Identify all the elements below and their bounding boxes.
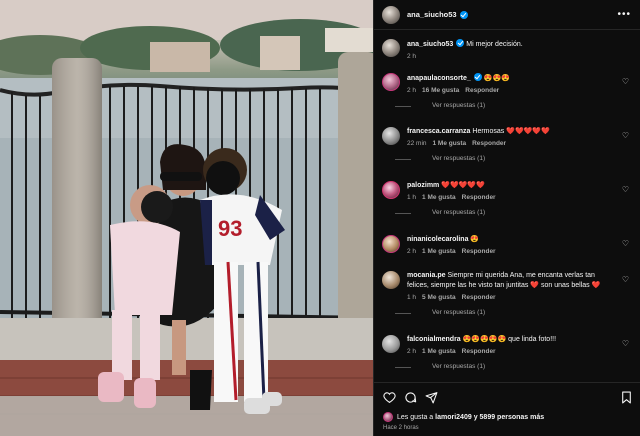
comments-panel: ana_siucho53 ••• ana_siucho53 Mi mejor d… bbox=[373, 0, 640, 436]
commenter-avatar[interactable] bbox=[382, 181, 400, 199]
reply-button[interactable]: Responder bbox=[462, 248, 496, 255]
likes-user[interactable]: lamori2409 bbox=[435, 414, 472, 421]
commenter-avatar[interactable] bbox=[382, 335, 400, 353]
bookmark-icon[interactable] bbox=[620, 391, 633, 404]
likes-suffix[interactable]: y 5899 personas más bbox=[474, 414, 544, 421]
verified-badge-icon bbox=[456, 39, 465, 47]
more-options-icon[interactable]: ••• bbox=[617, 9, 631, 20]
comment-text: 😍 bbox=[470, 236, 480, 243]
post-header: ana_siucho53 ••• bbox=[374, 0, 640, 30]
reply-button[interactable]: Responder bbox=[462, 194, 496, 201]
comment-time: 22 min bbox=[407, 140, 427, 147]
comment-username[interactable]: anapaulaconsorte_ bbox=[407, 75, 471, 82]
commenter-avatar[interactable] bbox=[382, 127, 400, 145]
comments-list[interactable]: ana_siucho53 Mi mejor decisión. 2 h anap… bbox=[374, 31, 640, 382]
view-replies-button[interactable]: Ver respuestas (1) bbox=[395, 363, 612, 370]
comment-time: 1 h bbox=[407, 194, 417, 201]
comment-item: anapaulaconsorte_ 😍😍😍 2 h 16 Me gusta Resp… bbox=[382, 73, 634, 109]
comment-time: 2 h bbox=[407, 348, 417, 355]
reply-button[interactable]: Responder bbox=[462, 294, 496, 301]
post-photo: 93 bbox=[0, 0, 373, 436]
post-timestamp: Hace 2 horas bbox=[383, 425, 419, 431]
comment-item: ninanicolecarolina 😍 2 h 1 Me gusta Respon… bbox=[382, 235, 634, 255]
reply-button[interactable]: Responder bbox=[465, 87, 499, 94]
send-icon[interactable] bbox=[425, 391, 438, 404]
commenter-avatar[interactable] bbox=[382, 73, 400, 91]
comment-item: palozimm ❤️❤️❤️❤️❤️ 1 h 1 Me gusta Respond… bbox=[382, 181, 634, 216]
comment-username[interactable]: mocania.pe bbox=[407, 272, 446, 279]
comment-text: 😍😍😍😍😍 que linda foto!!! bbox=[462, 336, 557, 343]
caption-username[interactable]: ana_siucho53 bbox=[407, 41, 453, 48]
comment-username[interactable]: ninanicolecarolina bbox=[407, 236, 468, 243]
comment-likes[interactable]: 1 Me gusta bbox=[433, 140, 467, 147]
heart-icon[interactable]: ♡ bbox=[621, 275, 630, 284]
caption-avatar[interactable] bbox=[382, 39, 400, 57]
verified-badge-icon bbox=[459, 10, 468, 19]
comment-time: 1 h bbox=[407, 294, 417, 301]
comment-item: falconialmendra 😍😍😍😍😍 que linda foto!!! … bbox=[382, 335, 634, 370]
comment-username[interactable]: palozimm bbox=[407, 182, 439, 189]
comment-likes[interactable]: 1 Me gusta bbox=[422, 348, 456, 355]
comment-item: francesca.carranza Hermosas ❤️❤️❤️❤️❤️ 2… bbox=[382, 127, 634, 162]
liker-avatar bbox=[383, 412, 393, 422]
comment-time: 2 h bbox=[407, 87, 417, 94]
heart-icon[interactable]: ♡ bbox=[621, 239, 630, 248]
commenter-avatar[interactable] bbox=[382, 235, 400, 253]
comment-username[interactable]: francesca.carranza bbox=[407, 128, 470, 135]
view-replies-button[interactable]: Ver respuestas (1) bbox=[395, 155, 612, 162]
verified-badge-icon bbox=[473, 73, 482, 81]
jersey-number: 93 bbox=[218, 216, 242, 241]
comment-likes[interactable]: 16 Me gusta bbox=[422, 87, 459, 94]
photo-illustration: 93 bbox=[0, 0, 373, 436]
comment-text: 😍😍😍 bbox=[483, 75, 510, 82]
comment-likes[interactable]: 1 Me gusta bbox=[422, 194, 456, 201]
caption-text: Mi mejor decisión. bbox=[466, 41, 523, 48]
likes-summary[interactable]: Les gusta a lamori2409 y 5899 personas m… bbox=[383, 412, 544, 422]
commenter-avatar[interactable] bbox=[382, 271, 400, 289]
comment-likes[interactable]: 1 Me gusta bbox=[422, 248, 456, 255]
heart-icon[interactable]: ♡ bbox=[621, 339, 630, 348]
comment-text: ❤️❤️❤️❤️❤️ bbox=[441, 182, 485, 189]
comment-time: 2 h bbox=[407, 248, 417, 255]
comment-likes[interactable]: 5 Me gusta bbox=[422, 294, 456, 301]
likes-prefix: Les gusta a bbox=[397, 413, 434, 421]
view-replies-button[interactable]: Ver respuestas (1) bbox=[395, 102, 612, 109]
post-footer: Les gusta a lamori2409 y 5899 personas m… bbox=[374, 382, 640, 436]
heart-icon[interactable] bbox=[383, 391, 396, 404]
heart-icon[interactable]: ♡ bbox=[621, 77, 630, 86]
author-username[interactable]: ana_siucho53 bbox=[407, 10, 457, 19]
comment-username[interactable]: falconialmendra bbox=[407, 336, 461, 343]
heart-icon[interactable]: ♡ bbox=[621, 185, 630, 194]
heart-icon[interactable]: ♡ bbox=[621, 131, 630, 140]
view-replies-button[interactable]: Ver respuestas (1) bbox=[395, 309, 612, 316]
caption-time: 2 h bbox=[407, 53, 417, 60]
comment-icon[interactable] bbox=[404, 391, 417, 404]
post-caption: ana_siucho53 Mi mejor decisión. 2 h bbox=[382, 39, 634, 60]
action-bar bbox=[383, 391, 438, 404]
view-replies-button[interactable]: Ver respuestas (1) bbox=[395, 209, 612, 216]
author-avatar[interactable] bbox=[382, 5, 400, 24]
reply-button[interactable]: Responder bbox=[472, 140, 506, 147]
comment-text: Hermosas ❤️❤️❤️❤️❤️ bbox=[472, 128, 550, 135]
comment-item: mocania.pe Siempre mi querida Ana, me en… bbox=[382, 271, 634, 316]
reply-button[interactable]: Responder bbox=[462, 348, 496, 355]
